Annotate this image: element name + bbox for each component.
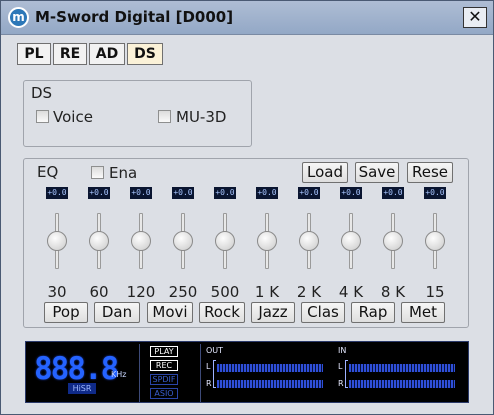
eq-slider-thumb[interactable]: [257, 231, 277, 251]
out-right-meter: [217, 380, 323, 388]
eq-band-frequency: 4 K: [338, 283, 364, 301]
voice-label: Voice: [53, 108, 93, 126]
eq-gain-readout: +0.0: [424, 187, 446, 199]
in-meter-label: IN: [338, 346, 347, 355]
eq-preset-button[interactable]: Clas: [301, 302, 345, 323]
eq-slider-thumb[interactable]: [383, 231, 403, 251]
mode-rec-indicator: REC: [150, 360, 178, 371]
eq-gain-readout: +0.0: [298, 187, 320, 199]
mu3d-label: MU-3D: [176, 108, 227, 126]
out-meter-bracket: [213, 360, 216, 388]
in-left-label: L: [338, 362, 343, 371]
eq-band-frequency: 8 K: [380, 283, 406, 301]
eq-slider-thumb[interactable]: [173, 231, 193, 251]
eq-gain-readout: +0.0: [382, 187, 404, 199]
eq-band-frequency: 60: [89, 283, 109, 301]
display-divider: [200, 344, 201, 402]
display-divider: [139, 344, 140, 402]
eq-slider-thumb[interactable]: [425, 231, 445, 251]
app-logo-icon: m: [8, 7, 29, 28]
eq-gain-readout: +0.0: [214, 187, 236, 199]
eq-preset-button[interactable]: Movi: [147, 302, 193, 323]
tab-ds[interactable]: DS: [127, 43, 163, 65]
close-button[interactable]: ✕: [463, 7, 487, 28]
eq-slider-thumb[interactable]: [89, 231, 109, 251]
in-meter-bracket: [345, 360, 348, 388]
eq-band-frequency: 1 K: [254, 283, 280, 301]
tab-ad[interactable]: AD: [89, 43, 125, 65]
eq-slider-thumb[interactable]: [299, 231, 319, 251]
eq-slider-thumb[interactable]: [341, 231, 361, 251]
eq-enable-label: Ena: [109, 164, 138, 182]
mu3d-checkbox[interactable]: [158, 110, 171, 123]
hi-sr-indicator: HiSR: [68, 383, 96, 394]
eq-band-frequency: 30: [47, 283, 67, 301]
eq-enable-checkbox[interactable]: [91, 166, 104, 179]
eq-load-button[interactable]: Load: [302, 162, 348, 183]
mode-play-indicator: PLAY: [150, 346, 178, 357]
mode-spdif-indicator: SPDIF: [150, 374, 178, 385]
eq-band-frequency: 500: [210, 283, 240, 301]
eq-slider-thumb[interactable]: [215, 231, 235, 251]
eq-slider-thumb[interactable]: [47, 231, 67, 251]
eq-gain-readout: +0.0: [130, 187, 152, 199]
out-left-meter: [217, 364, 323, 372]
eq-band-frequency: 250: [168, 283, 198, 301]
title-bar[interactable]: m M-Sword Digital [D000] ✕: [1, 1, 493, 35]
eq-reset-button[interactable]: Rese: [407, 162, 453, 183]
eq-preset-button[interactable]: Rap: [351, 302, 395, 323]
eq-band-frequency: 120: [126, 283, 156, 301]
eq-slider-thumb[interactable]: [131, 231, 151, 251]
in-right-meter: [349, 380, 455, 388]
eq-band-frequency: 2 K: [296, 283, 322, 301]
eq-gain-readout: +0.0: [172, 187, 194, 199]
eq-preset-button[interactable]: Jazz: [251, 302, 295, 323]
sample-rate-unit: KHz: [111, 370, 127, 379]
eq-gain-readout: +0.0: [46, 187, 68, 199]
window-title: M-Sword Digital [D000]: [35, 8, 234, 26]
eq-preset-button[interactable]: Pop: [44, 302, 88, 323]
tab-pl[interactable]: PL: [17, 43, 51, 65]
out-right-label: R: [206, 379, 212, 388]
eq-gain-readout: +0.0: [256, 187, 278, 199]
voice-checkbox[interactable]: [36, 110, 49, 123]
eq-group-label: EQ: [37, 163, 59, 181]
eq-band-frequency: 15: [425, 283, 445, 301]
eq-gain-readout: +0.0: [88, 187, 110, 199]
eq-save-button[interactable]: Save: [355, 162, 399, 183]
eq-gain-readout: +0.0: [340, 187, 362, 199]
mode-asio-indicator: ASIO: [150, 388, 178, 399]
eq-preset-button[interactable]: Dan: [94, 302, 140, 323]
tab-re[interactable]: RE: [53, 43, 87, 65]
eq-preset-button[interactable]: Rock: [199, 302, 245, 323]
in-right-label: R: [338, 379, 344, 388]
app-window: m M-Sword Digital [D000] ✕ PL RE AD DS D…: [0, 0, 494, 415]
sample-rate-readout: 888.8: [34, 351, 119, 387]
eq-preset-button[interactable]: Met: [401, 302, 445, 323]
out-left-label: L: [206, 362, 211, 371]
ds-group-label: DS: [31, 84, 53, 102]
status-display: 888.8 KHz HiSR PLAY REC SPDIF ASIO OUT L…: [25, 341, 469, 403]
in-left-meter: [349, 364, 455, 372]
out-meter-label: OUT: [206, 346, 224, 355]
